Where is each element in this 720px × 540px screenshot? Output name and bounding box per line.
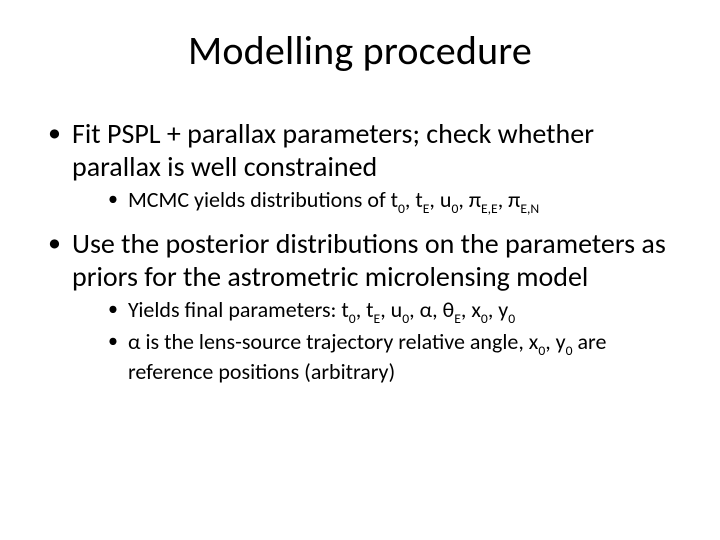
slide-title: Modelling procedure: [44, 26, 676, 75]
sep-alpha: , α, θ: [409, 296, 454, 323]
sub-x0-c: 0: [538, 342, 545, 359]
sep-x0: , x: [461, 296, 481, 323]
sub-pien: E,N: [520, 200, 539, 217]
sep-te-b: , t: [356, 296, 374, 323]
sub-x0: 0: [481, 310, 488, 327]
sep-u0: , u: [429, 186, 451, 213]
bullet-2-1-prefix: Yields final parameters: t: [128, 296, 349, 323]
bullet-1-sublist: MCMC yields distributions of t0, tE, u0,…: [72, 187, 676, 217]
bullet-2-text: Use the posterior distributions on the p…: [72, 226, 666, 294]
sub-piee: E,E: [481, 200, 498, 217]
bullet-1-1: MCMC yields distributions of t0, tE, u0,…: [72, 187, 676, 217]
sub-u0: 0: [451, 200, 458, 217]
sub-t0: 0: [398, 200, 405, 217]
sub-y0: 0: [508, 310, 515, 327]
sub-u0-b: 0: [402, 310, 409, 327]
bullet-2-sublist: Yields final parameters: t0, tE, u0, α, …: [72, 297, 676, 386]
bullet-1-1-prefix: MCMC yields distributions of t: [128, 186, 398, 213]
bullet-1: Fit PSPL + parallax parameters; check wh…: [44, 117, 676, 217]
bullet-2-2: α is the lens-source trajectory relative…: [72, 329, 676, 386]
slide: Modelling procedure Fit PSPL + parallax …: [0, 0, 720, 540]
bullet-2-2-prefix: α is the lens-source trajectory relative…: [128, 328, 538, 355]
sep-pien: , π: [498, 186, 521, 213]
bullet-2-1: Yields final parameters: t0, tE, u0, α, …: [72, 297, 676, 327]
bullet-list: Fit PSPL + parallax parameters; check wh…: [44, 117, 676, 386]
sep-y0: , y: [488, 296, 508, 323]
bullet-2: Use the posterior distributions on the p…: [44, 227, 676, 386]
sub-t0-b: 0: [349, 310, 356, 327]
sep-te: , t: [405, 186, 423, 213]
sep-y0-c: , y: [545, 328, 565, 355]
sep-piee: , π: [458, 186, 481, 213]
sub-te: E: [423, 200, 430, 217]
sub-y0-c: 0: [566, 342, 573, 359]
sep-u0-b: , u: [380, 296, 402, 323]
bullet-1-text: Fit PSPL + parallax parameters; check wh…: [72, 116, 594, 184]
sub-te-b: E: [374, 310, 381, 327]
sub-thetae: E: [454, 310, 461, 327]
